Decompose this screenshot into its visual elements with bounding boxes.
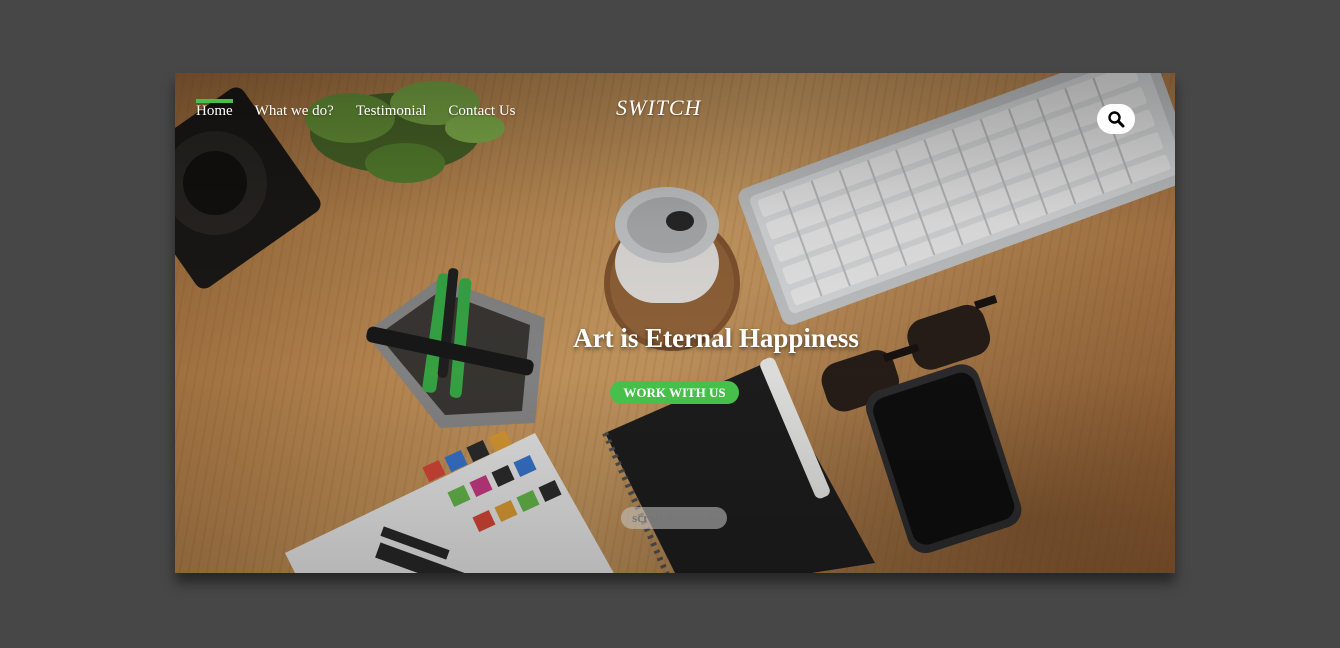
scroll-down-label: scroll down	[632, 510, 696, 525]
work-with-us-button[interactable]: WORK WITH US	[610, 381, 739, 404]
nav-item-what-we-do[interactable]: What we do?	[255, 103, 334, 120]
search-button[interactable]	[1097, 104, 1135, 134]
nav-item-testimonial[interactable]: Testimonial	[356, 103, 427, 120]
hero-section: Home What we do? Testimonial Contact Us …	[175, 73, 1175, 573]
search-icon	[1108, 111, 1125, 128]
nav-item-contact-us[interactable]: Contact Us	[448, 103, 515, 120]
hero-headline: Art is Eternal Happiness	[573, 323, 859, 353]
nav-item-home[interactable]: Home	[196, 99, 233, 120]
scroll-down-button[interactable]: scroll down	[621, 507, 727, 529]
main-nav: Home What we do? Testimonial Contact Us	[196, 99, 516, 120]
site-logo[interactable]: SWITCH	[616, 95, 701, 121]
arrow-down-icon	[705, 513, 715, 524]
